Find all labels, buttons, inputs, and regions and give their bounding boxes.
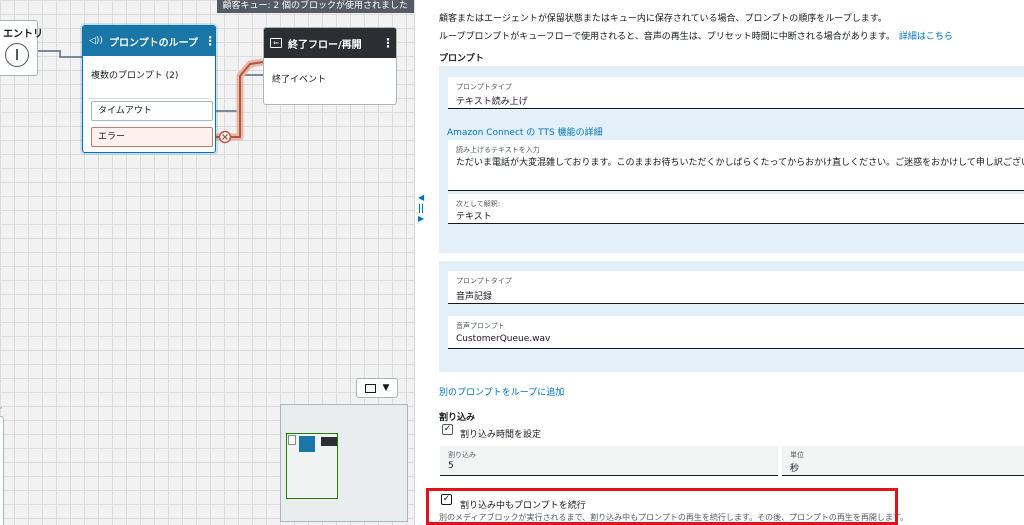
interrupt-input-label: 割り込み (448, 451, 476, 459)
splitter-controls[interactable]: ◀ ▶ (418, 194, 424, 223)
unit-select[interactable]: 単位 秒 (782, 446, 1024, 476)
canvas-marker: ‸ (0, 401, 3, 409)
power-icon (5, 43, 29, 67)
loop-prompts-block[interactable]: ◁)) プロンプトのループ ⋮ 複数のプロンプト (2) タイムアウト エラー (82, 25, 216, 153)
highlight-annotation (426, 488, 898, 525)
prompt1-interpret-label: 次として解釈: (456, 200, 501, 208)
expand-right-icon[interactable]: ▶ (418, 215, 424, 223)
prompt2-audio-label: 音声プロンプト (456, 322, 505, 330)
prompt2-audio-value: CustomerQueue.wav (456, 334, 551, 344)
prompt1-interpret-field[interactable]: 次として解釈: テキスト (448, 194, 1024, 224)
block-description-2: ループプロンプトがキューフローで使用されると、音声の再生は、プリセット時間に中断… (439, 29, 953, 42)
entry-block-title: エントリ (3, 29, 43, 40)
chevron-down-icon[interactable]: ▼ (383, 383, 390, 393)
zoom-control[interactable]: ▼ (356, 378, 398, 398)
end-flow-header[interactable]: ⇐ 終了フロー/再開 ⋮ (264, 28, 396, 58)
prompt1-type-label: プロンプトタイプ (456, 83, 512, 91)
branch-timeout[interactable]: タイムアウト (91, 101, 213, 121)
prompt1-text-value: ただいま電話が大変混雑しております。このままお待ちいただくかしばらくたってからお… (456, 158, 1024, 168)
block-description: 顧客またはエージェントが保留状態またはキュー内に保存されている場合、プロンプトの… (439, 14, 887, 24)
prompt1-type-value: テキスト読み上げ (456, 97, 528, 107)
divider (89, 98, 209, 99)
offscreen-block[interactable] (0, 416, 4, 525)
end-flow-title: 終了フロー/再開 (288, 39, 362, 51)
collapse-left-icon[interactable]: ◀ (418, 194, 424, 202)
loop-prompts-subtitle: 複数のプロンプト (2) (91, 71, 179, 81)
block-description-2-text: ループプロンプトがキューフローで使用されると、音声の再生は、プリセット時間に中断… (439, 32, 895, 42)
entry-connector (38, 50, 82, 58)
prompt2-type-value: 音声記録 (456, 292, 493, 302)
prompt1-type-field[interactable]: プロンプトタイプ テキスト読み上げ (448, 77, 1024, 109)
unit-select-label: 単位 (790, 451, 804, 459)
flow-canvas[interactable]: 顧客キュー: 2 個のブロックが使用されました エントリ ◁)) プロンプトのル… (0, 0, 414, 525)
set-interrupt-checkbox[interactable]: ✓ (442, 424, 453, 435)
prompt1-text-label: 読み上げるテキストを入力 (456, 146, 540, 154)
prompt2-audio-field[interactable]: 音声プロンプト CustomerQueue.wav (448, 316, 1024, 349)
interrupt-heading: 割り込み (439, 413, 476, 423)
properties-panel: 顧客またはエージェントが保留状態またはキュー内に保存されている場合、プロンプトの… (431, 0, 1024, 525)
minimap-end-block (321, 437, 337, 446)
speaker-icon: ◁)) (89, 36, 103, 46)
prompt2-type-label: プロンプトタイプ (456, 277, 512, 285)
set-interrupt-label: 割り込み時間を設定 (460, 430, 542, 440)
learn-more-link[interactable]: 詳細はこちら (899, 32, 953, 42)
minimap[interactable] (280, 404, 408, 522)
contact-flow-editor: 顧客キュー: 2 個のブロックが使用されました エントリ ◁)) プロンプトのル… (0, 0, 1024, 525)
add-prompt-link[interactable]: 別のプロンプトをループに追加 (439, 385, 564, 398)
tts-learn-more-link[interactable]: Amazon Connect の TTS 機能の詳細 (447, 125, 603, 138)
end-flow-subtitle: 終了イベント (272, 75, 327, 85)
end-flow-block[interactable]: ⇐ 終了フロー/再開 ⋮ 終了イベント (263, 27, 397, 105)
prompt1-interpret-value: テキスト (456, 212, 492, 222)
interrupt-input[interactable]: 割り込み 5 (440, 446, 778, 476)
unit-select-value: 秒 (790, 464, 800, 474)
loop-prompts-title: プロンプトのループ (108, 37, 199, 49)
fit-to-screen-icon[interactable] (364, 383, 376, 393)
drag-handle-icon[interactable] (419, 204, 424, 213)
panel-splitter[interactable]: ◀ ▶ (414, 0, 430, 525)
interrupt-input-value: 5 (448, 461, 454, 471)
prompt-group-1: プロンプトタイプ テキスト読み上げ Amazon Connect の TTS 機… (439, 66, 1024, 253)
entry-block[interactable]: エントリ (0, 20, 43, 76)
more-options-icon[interactable]: ⋮ (382, 37, 394, 49)
loop-prompts-header[interactable]: ◁)) プロンプトのループ ⋮ (83, 26, 215, 56)
prompts-heading: プロンプト (439, 54, 484, 64)
prompt-group-2: プロンプトタイプ 音声記録 音声プロンプト CustomerQueue.wav (439, 261, 1024, 372)
branch-error[interactable]: エラー (91, 127, 213, 147)
minimap-prompt-block (299, 436, 315, 452)
prompt1-text-field[interactable]: 読み上げるテキストを入力 ただいま電話が大変混雑しております。このままお待ちいた… (448, 140, 1024, 191)
exit-icon: ⇐ (270, 38, 282, 48)
more-options-icon[interactable]: ⋮ (204, 35, 215, 47)
minimap-entry-block (288, 435, 296, 445)
prompt2-type-field[interactable]: プロンプトタイプ 音声記録 (448, 271, 1024, 304)
